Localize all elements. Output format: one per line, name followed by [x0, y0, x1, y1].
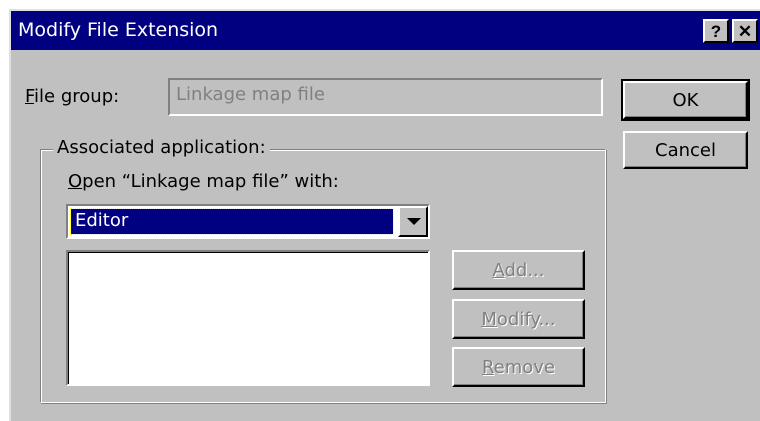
add-button[interactable]: Add... [452, 250, 585, 290]
modify-button-label: odify... [496, 308, 556, 330]
remove-button[interactable]: Remove [452, 347, 585, 387]
file-group-field: Linkage map file [168, 78, 603, 116]
combobox-selected-value[interactable]: Editor [70, 208, 394, 235]
cancel-button[interactable]: Cancel [623, 131, 748, 169]
open-with-label: Open “Linkage map file” with: [68, 171, 339, 192]
associated-application-label: Associated application: [53, 137, 270, 158]
chevron-down-icon [407, 218, 421, 225]
combobox-dropdown-button[interactable] [398, 206, 428, 237]
file-group-value: Linkage map file [176, 84, 325, 105]
ok-button-label: OK [672, 89, 699, 111]
help-button[interactable]: ? [703, 19, 729, 43]
add-mnemonic: A [492, 259, 505, 281]
ok-button[interactable]: OK [621, 79, 750, 121]
remove-mnemonic: R [481, 356, 494, 378]
application-listbox[interactable] [66, 250, 430, 386]
cancel-button-label: Cancel [655, 139, 716, 161]
open-with-label-text: pen “Linkage map file” with: [82, 171, 339, 192]
dialog-title: Modify File Extension [18, 19, 219, 41]
open-with-mnemonic: O [68, 171, 83, 192]
modify-file-extension-dialog: Modify File Extension ? ✕ File group: Li… [9, 9, 760, 421]
question-mark-icon: ? [710, 21, 722, 41]
close-button[interactable]: ✕ [732, 19, 758, 43]
application-combobox[interactable]: Editor [66, 204, 430, 239]
file-group-mnemonic: F [25, 86, 35, 107]
modify-button[interactable]: Modify... [452, 299, 585, 339]
close-icon: ✕ [737, 21, 753, 41]
title-bar[interactable]: Modify File Extension ? ✕ [11, 11, 760, 50]
add-button-label: dd... [504, 259, 545, 281]
file-group-label: File group: [25, 86, 119, 107]
remove-button-label: emove [493, 356, 556, 378]
file-group-label-text: ile group: [34, 86, 120, 107]
modify-mnemonic: M [481, 308, 497, 330]
